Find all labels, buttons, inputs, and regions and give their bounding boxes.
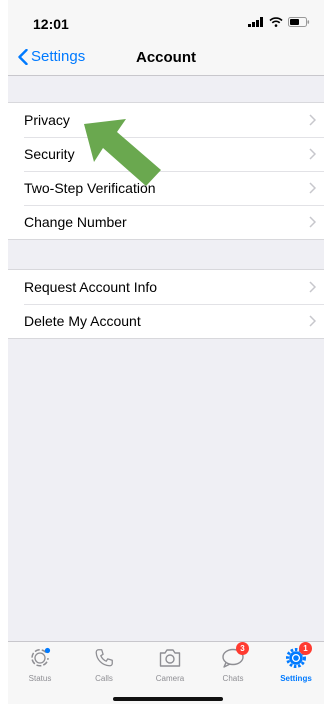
phone-icon	[95, 649, 113, 667]
account-options-group: Privacy Security Two-Step Verification C…	[8, 102, 324, 240]
chevron-right-icon	[309, 216, 316, 228]
tab-status-label: Status	[28, 674, 52, 683]
tab-settings[interactable]: 1 Settings	[270, 642, 322, 683]
change-number-row[interactable]: Change Number	[8, 205, 324, 239]
battery-icon	[288, 17, 310, 27]
tab-settings-label: Settings	[280, 674, 312, 683]
chevron-right-icon	[309, 182, 316, 194]
settings-badge: 1	[299, 642, 312, 655]
signal-icon	[248, 17, 263, 27]
tab-calls-label: Calls	[95, 674, 113, 683]
status-time: 12:01	[33, 16, 69, 32]
status-icons	[248, 17, 310, 27]
chats-unread-badge: 3	[236, 642, 249, 655]
wifi-icon	[269, 17, 283, 27]
security-row-label: Security	[24, 146, 75, 162]
chevron-right-icon	[309, 148, 316, 160]
camera-icon	[159, 649, 181, 667]
delete-my-account-row[interactable]: Delete My Account	[8, 304, 324, 338]
delete-my-account-row-label: Delete My Account	[24, 313, 141, 329]
tab-chats[interactable]: 3 Chats	[207, 642, 259, 683]
status-icon	[31, 647, 51, 667]
chevron-right-icon	[309, 315, 316, 327]
page-title: Account	[136, 49, 196, 66]
account-settings-screen: 12:01 Settings Account Privacy Security …	[8, 0, 324, 704]
account-data-group: Request Account Info Delete My Account	[8, 269, 324, 339]
request-account-info-row-label: Request Account Info	[24, 279, 158, 295]
privacy-row-label: Privacy	[24, 112, 70, 128]
change-number-row-label: Change Number	[24, 214, 127, 230]
tab-calls[interactable]: Calls	[78, 646, 130, 683]
two-step-verification-row[interactable]: Two-Step Verification	[8, 171, 324, 205]
home-indicator	[113, 697, 223, 701]
status-bar: 12:01	[8, 0, 324, 40]
navigation-bar: Settings Account	[8, 40, 324, 76]
tab-chats-label: Chats	[222, 674, 244, 683]
request-account-info-row[interactable]: Request Account Info	[8, 270, 324, 304]
tab-status[interactable]: Status	[14, 646, 66, 683]
tab-camera[interactable]: Camera	[144, 646, 196, 683]
tab-camera-label: Camera	[155, 674, 185, 683]
chevron-right-icon	[309, 114, 316, 126]
security-row[interactable]: Security	[8, 137, 324, 171]
privacy-row[interactable]: Privacy	[8, 103, 324, 137]
chevron-right-icon	[309, 281, 316, 293]
tab-bar: Status Calls Camera 3 Chats 1 Settings	[8, 641, 324, 704]
two-step-verification-row-label: Two-Step Verification	[24, 180, 156, 196]
